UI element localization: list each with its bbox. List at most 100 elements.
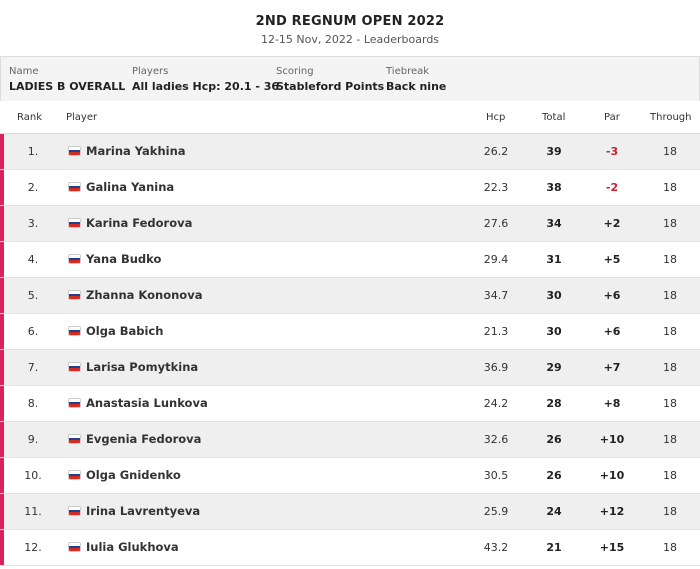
par-cell: +2: [603, 217, 621, 230]
col-rank-header[interactable]: Rank: [17, 112, 42, 123]
player-cell[interactable]: Marina Yakhina: [68, 144, 186, 158]
total-cell: 30: [546, 289, 562, 302]
russia-flag-icon: [68, 434, 81, 444]
through-cell: 18: [663, 145, 677, 158]
player-name[interactable]: Yana Budko: [86, 252, 161, 266]
hcp-cell: 22.3: [483, 181, 509, 194]
hcp-cell: 30.5: [483, 469, 509, 482]
table-row[interactable]: 8. Anastasia Lunkova 24.2 28 +8 18: [0, 386, 700, 422]
col-total-header[interactable]: Total: [542, 112, 565, 123]
player-cell[interactable]: Olga Babich: [68, 324, 163, 338]
table-row[interactable]: 4. Yana Budko 29.4 31 +5 18: [0, 242, 700, 278]
page-header: 2ND REGNUM OPEN 2022 12-15 Nov, 2022 - L…: [0, 0, 700, 56]
info-label: Tiebreak: [386, 66, 430, 77]
table-row[interactable]: 3. Karina Fedorova 27.6 34 +2 18: [0, 206, 700, 242]
table-row[interactable]: 12. Iulia Glukhova 43.2 21 +15 18: [0, 530, 700, 566]
par-cell: +8: [603, 397, 621, 410]
leaderboard-table: 1. Marina Yakhina 26.2 39 -3 18 2. Galina Yanin…: [0, 134, 700, 566]
player-cell[interactable]: Galina Yanina: [68, 180, 174, 194]
russia-flag-icon: [68, 398, 81, 408]
hcp-cell: 24.2: [483, 397, 509, 410]
info-value: Back nine: [386, 80, 447, 93]
hcp-cell: 36.9: [483, 361, 509, 374]
player-cell[interactable]: Yana Budko: [68, 252, 161, 266]
page-subtitle: 12-15 Nov, 2022 - Leaderboards: [260, 33, 440, 46]
col-player-header[interactable]: Player: [66, 112, 97, 123]
table-row[interactable]: 7. Larisa Pomytkina 36.9 29 +7 18: [0, 350, 700, 386]
rank-cell: 3.: [27, 217, 39, 230]
player-cell[interactable]: Olga Gnidenko: [68, 468, 181, 482]
hcp-cell: 32.6: [483, 433, 509, 446]
player-cell[interactable]: Zhanna Kononova: [68, 288, 202, 302]
through-cell: 18: [663, 181, 677, 194]
info-value: LADIES B OVERALL: [9, 80, 126, 93]
player-name[interactable]: Iulia Glukhova: [86, 540, 179, 554]
player-name[interactable]: Marina Yakhina: [86, 144, 186, 158]
total-cell: 39: [546, 145, 562, 158]
total-cell: 28: [546, 397, 562, 410]
table-row[interactable]: 11. Irina Lavrentyeva 25.9 24 +12 18: [0, 494, 700, 530]
leaderboard-header-row: Rank Player Hcp Total Par Through: [0, 101, 700, 134]
player-name[interactable]: Evgenia Fedorova: [86, 432, 201, 446]
through-cell: 18: [663, 217, 677, 230]
rank-cell: 6.: [27, 325, 39, 338]
rank-cell: 4.: [27, 253, 39, 266]
hcp-cell: 25.9: [483, 505, 509, 518]
info-label: Scoring: [276, 66, 314, 77]
hcp-cell: 26.2: [483, 145, 509, 158]
player-name[interactable]: Irina Lavrentyeva: [86, 504, 200, 518]
table-row[interactable]: 10. Olga Gnidenko 30.5 26 +10 18: [0, 458, 700, 494]
info-label: Name: [9, 66, 39, 77]
info-name: Name LADIES B OVERALL: [9, 66, 125, 93]
total-cell: 26: [546, 433, 562, 446]
total-cell: 21: [546, 541, 562, 554]
table-row[interactable]: 5. Zhanna Kononova 34.7 30 +6 18: [0, 278, 700, 314]
player-cell[interactable]: Iulia Glukhova: [68, 540, 179, 554]
par-cell: +5: [603, 253, 621, 266]
russia-flag-icon: [68, 146, 81, 156]
par-cell: +10: [599, 433, 625, 446]
hcp-cell: 29.4: [483, 253, 509, 266]
par-cell: +6: [603, 325, 621, 338]
through-cell: 18: [663, 289, 677, 302]
russia-flag-icon: [68, 470, 81, 480]
table-row[interactable]: 9. Evgenia Fedorova 32.6 26 +10 18: [0, 422, 700, 458]
rank-cell: 2.: [27, 181, 39, 194]
player-cell[interactable]: Larisa Pomytkina: [68, 360, 198, 374]
player-name[interactable]: Anastasia Lunkova: [86, 396, 208, 410]
player-name[interactable]: Karina Fedorova: [86, 216, 192, 230]
player-name[interactable]: Zhanna Kononova: [86, 288, 202, 302]
player-cell[interactable]: Irina Lavrentyeva: [68, 504, 200, 518]
russia-flag-icon: [68, 542, 81, 552]
through-cell: 18: [663, 433, 677, 446]
through-cell: 18: [663, 505, 677, 518]
table-row[interactable]: 6. Olga Babich 21.3 30 +6 18: [0, 314, 700, 350]
hcp-cell: 27.6: [483, 217, 509, 230]
info-players: Players All ladies Hcp: 20.1 - 36: [132, 66, 279, 93]
table-row[interactable]: 2. Galina Yanina 22.3 38 -2 18: [0, 170, 700, 206]
through-cell: 18: [663, 325, 677, 338]
col-through-header[interactable]: Through: [650, 112, 691, 123]
rank-cell: 10.: [24, 469, 42, 482]
player-name[interactable]: Olga Babich: [86, 324, 163, 338]
total-cell: 38: [546, 181, 562, 194]
total-cell: 34: [546, 217, 562, 230]
rank-cell: 11.: [24, 505, 42, 518]
col-hcp-header[interactable]: Hcp: [486, 112, 505, 123]
info-label: Players: [132, 66, 169, 77]
player-name[interactable]: Larisa Pomytkina: [86, 360, 198, 374]
col-par-header[interactable]: Par: [604, 112, 620, 123]
table-row[interactable]: 1. Marina Yakhina 26.2 39 -3 18: [0, 134, 700, 170]
total-cell: 31: [546, 253, 562, 266]
par-cell: -2: [605, 181, 619, 194]
info-tiebreak: Tiebreak Back nine: [386, 66, 446, 93]
player-name[interactable]: Galina Yanina: [86, 180, 174, 194]
player-name[interactable]: Olga Gnidenko: [86, 468, 181, 482]
total-cell: 24: [546, 505, 562, 518]
player-cell[interactable]: Karina Fedorova: [68, 216, 192, 230]
player-cell[interactable]: Anastasia Lunkova: [68, 396, 208, 410]
through-cell: 18: [663, 361, 677, 374]
hcp-cell: 21.3: [483, 325, 509, 338]
player-cell[interactable]: Evgenia Fedorova: [68, 432, 201, 446]
russia-flag-icon: [68, 182, 81, 192]
